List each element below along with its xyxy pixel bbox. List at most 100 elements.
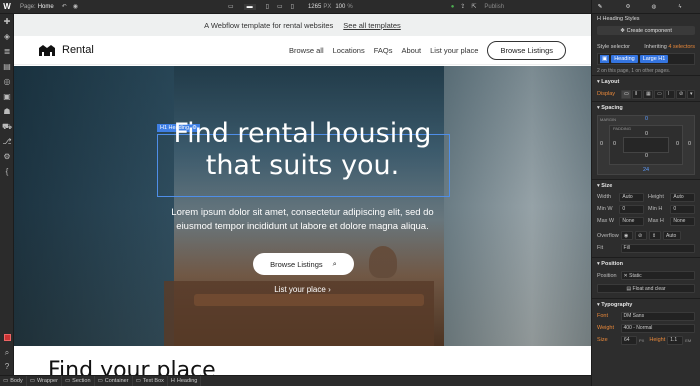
help-icon[interactable]: ? bbox=[0, 359, 14, 374]
create-component-button[interactable]: ❖ Create component bbox=[597, 26, 695, 35]
padding-left-value[interactable]: 0 bbox=[613, 141, 616, 147]
webflow-logo-icon[interactable]: W bbox=[0, 0, 14, 14]
mobile-portrait-icon[interactable]: ▯ bbox=[291, 3, 294, 10]
nav-link-locations[interactable]: Locations bbox=[333, 46, 365, 55]
typography-section-header[interactable]: ▾ Typography bbox=[592, 298, 700, 310]
fit-select[interactable]: Fill bbox=[620, 243, 695, 253]
preview-icon[interactable]: ◉ bbox=[73, 3, 78, 10]
zoom-value[interactable]: 100 bbox=[335, 4, 345, 10]
settings-gear-icon[interactable]: ⚙ bbox=[0, 149, 14, 164]
share-icon[interactable]: ⇪ bbox=[460, 3, 465, 10]
display-more-icon[interactable]: ▾ bbox=[687, 89, 695, 99]
mobile-landscape-icon[interactable]: ▭ bbox=[277, 3, 283, 10]
hero-heading[interactable]: Find rental housing that suits you. bbox=[14, 118, 591, 182]
selector-state-icon[interactable]: ▣ bbox=[600, 55, 610, 63]
selector-field[interactable]: ▣ Heading Large H1 bbox=[592, 52, 700, 66]
interactions-bolt-icon[interactable]: ϟ bbox=[672, 4, 688, 10]
margin-left-value[interactable]: 0 bbox=[600, 141, 603, 147]
pages-icon[interactable]: ▤ bbox=[0, 59, 14, 74]
selector-input[interactable]: ▣ Heading Large H1 bbox=[597, 53, 695, 65]
inheriting-count[interactable]: 4 selectors bbox=[668, 44, 695, 50]
desktop-breakpoint-icon[interactable]: ▭ bbox=[228, 3, 234, 10]
design-canvas[interactable]: A Webflow template for rental websites S… bbox=[14, 14, 591, 375]
breadcrumb-item-wrapper[interactable]: ▭ Wrapper bbox=[27, 375, 62, 386]
brand-logo[interactable]: Rental bbox=[39, 44, 159, 56]
see-all-templates-link[interactable]: See all templates bbox=[343, 21, 401, 30]
element-settings-gear-icon[interactable]: ⚙ bbox=[620, 4, 636, 10]
max-width-input[interactable]: None bbox=[619, 216, 644, 226]
margin-right-value[interactable]: 0 bbox=[688, 141, 691, 147]
height-input[interactable]: Auto bbox=[670, 192, 695, 202]
min-width-input[interactable]: 0 bbox=[619, 204, 644, 214]
margin-bottom-value[interactable]: 24 bbox=[643, 167, 649, 173]
tablet-breakpoint-icon[interactable]: ▯ bbox=[266, 3, 269, 10]
overflow-hidden-icon[interactable]: ⊘ bbox=[635, 231, 647, 240]
padding-bottom-value[interactable]: 0 bbox=[645, 153, 648, 159]
nav-browse-listings-button[interactable]: Browse Listings bbox=[487, 40, 566, 60]
display-block-icon[interactable]: ▭ bbox=[621, 89, 631, 99]
hero-browse-listings-button[interactable]: Browse Listings ⌕ bbox=[253, 253, 354, 275]
width-label: Width bbox=[597, 194, 612, 200]
ecommerce-cart-icon[interactable]: ⛟ bbox=[0, 119, 14, 134]
float-clear-button[interactable]: ▤ Float and clear bbox=[597, 284, 695, 293]
assets-icon[interactable]: ▣ bbox=[0, 89, 14, 104]
display-flex-icon[interactable]: ⫴ bbox=[632, 89, 642, 99]
users-icon[interactable]: ☗ bbox=[0, 104, 14, 119]
min-height-input[interactable]: 0 bbox=[670, 204, 695, 214]
display-inline-block-icon[interactable]: ▭ bbox=[654, 89, 664, 99]
search-icon: ⌕ bbox=[332, 259, 337, 268]
layout-section-header[interactable]: ▾ Layout bbox=[592, 75, 700, 87]
overflow-auto-button[interactable]: Auto bbox=[663, 231, 681, 240]
base-breakpoint-icon[interactable]: ▬ bbox=[243, 3, 256, 10]
overflow-scroll-icon[interactable]: ⇕ bbox=[649, 231, 661, 240]
spacing-section-header[interactable]: ▾ Spacing bbox=[592, 101, 700, 113]
fit-label: Fit bbox=[597, 245, 604, 251]
display-grid-icon[interactable]: ▦ bbox=[643, 89, 653, 99]
publish-button[interactable]: Publish bbox=[484, 4, 504, 10]
position-select[interactable]: ✕ Static bbox=[620, 271, 695, 280]
nav-link-browse-all[interactable]: Browse all bbox=[289, 46, 324, 55]
display-none-icon[interactable]: ⊘ bbox=[676, 89, 686, 99]
breadcrumb-item-body[interactable]: ▭ Body bbox=[0, 375, 27, 386]
undo-icon[interactable]: ↶ bbox=[62, 3, 67, 10]
display-inline-icon[interactable]: I bbox=[665, 89, 675, 99]
breadcrumb-item-container[interactable]: ▭ Container bbox=[95, 375, 133, 386]
next-section-heading[interactable]: Find your place bbox=[48, 358, 216, 375]
search-icon[interactable]: ⌕ bbox=[0, 345, 14, 360]
position-title: Position bbox=[601, 260, 623, 267]
font-size-input[interactable]: 64 bbox=[621, 335, 637, 345]
components-box-icon[interactable]: ◈ bbox=[0, 29, 14, 44]
nav-link-list-your-place[interactable]: List your place bbox=[430, 46, 478, 55]
breadcrumb-item-heading[interactable]: H Heading bbox=[168, 375, 202, 386]
nav-link-about[interactable]: About bbox=[402, 46, 422, 55]
breadcrumb-label: Container bbox=[104, 378, 129, 384]
style-manager-drop-icon[interactable]: ◍ bbox=[646, 4, 662, 10]
page-selector[interactable]: Home bbox=[38, 4, 54, 10]
weight-select[interactable]: 400 - Normal bbox=[620, 323, 695, 333]
breadcrumb-item-section[interactable]: ▭ Section bbox=[62, 375, 95, 386]
audit-warning-icon[interactable] bbox=[0, 330, 14, 345]
add-panel-plus-icon[interactable]: ✚ bbox=[0, 14, 14, 29]
breadcrumb-item-text-box[interactable]: ▭ Text Box bbox=[133, 375, 168, 386]
width-input[interactable]: Auto bbox=[619, 192, 644, 202]
cms-database-icon[interactable]: ◎ bbox=[0, 74, 14, 89]
font-select[interactable]: DM Sans bbox=[620, 311, 695, 321]
overflow-visible-icon[interactable]: ◉ bbox=[621, 231, 633, 240]
size-section-header[interactable]: ▾ Size bbox=[592, 179, 700, 191]
style-brush-icon[interactable]: ✎ bbox=[592, 4, 608, 10]
padding-right-value[interactable]: 0 bbox=[676, 141, 679, 147]
export-icon[interactable]: ⇱ bbox=[471, 3, 476, 10]
line-height-input[interactable]: 1.1 bbox=[667, 335, 684, 345]
hero-paragraph[interactable]: Lorem ipsum dolor sit amet, consectetur … bbox=[14, 206, 591, 234]
hero-list-your-place-link[interactable]: List your place › bbox=[14, 285, 591, 294]
nav-link-faqs[interactable]: FAQs bbox=[374, 46, 393, 55]
selector-chip-heading[interactable]: Heading bbox=[611, 55, 638, 63]
position-section-header[interactable]: ▾ Position bbox=[592, 257, 700, 269]
max-height-input[interactable]: None bbox=[670, 216, 695, 226]
selector-chip-large-h1[interactable]: Large H1 bbox=[639, 55, 669, 63]
custom-code-braces-icon[interactable]: { bbox=[0, 164, 14, 179]
logic-icon[interactable]: ⎇ bbox=[0, 134, 14, 149]
navigator-layers-icon[interactable]: ≣ bbox=[0, 44, 14, 59]
canvas-width[interactable]: 1265 bbox=[308, 4, 321, 10]
margin-top-value[interactable]: 0 bbox=[645, 116, 648, 122]
